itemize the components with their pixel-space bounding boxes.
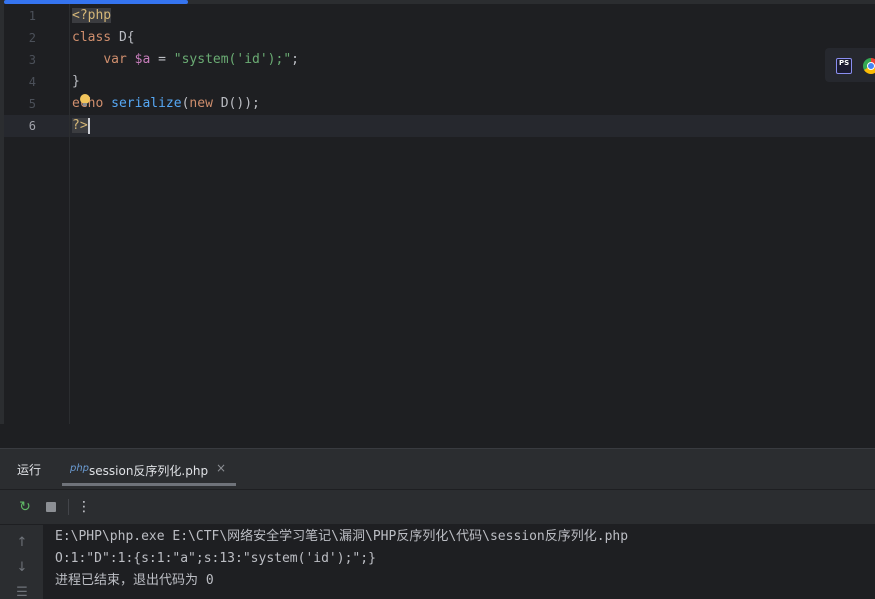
keyword-var: var bbox=[103, 52, 127, 67]
line-number-current: 6 bbox=[28, 119, 36, 133]
console-line: E:\PHP\php.exe E:\CTF\网络安全学习笔记\漏洞\PHP反序列… bbox=[55, 529, 629, 544]
lightbulb-icon[interactable] bbox=[80, 94, 90, 106]
stop-icon[interactable] bbox=[43, 499, 59, 515]
toolbar-divider bbox=[68, 499, 69, 515]
arrow-down-icon[interactable]: ↓ bbox=[14, 560, 30, 576]
assign-operator: = bbox=[150, 52, 174, 67]
console-line: O:1:"D":1:{s:1:"a";s:13:"system('id');";… bbox=[55, 551, 376, 566]
php-open-tag: <?php bbox=[72, 8, 112, 23]
closing-brace: } bbox=[72, 74, 80, 89]
phpstorm-icon[interactable]: PS bbox=[836, 58, 852, 74]
code-line-1[interactable]: <?php bbox=[72, 5, 112, 27]
console-output[interactable]: E:\PHP\php.exe E:\CTF\网络安全学习笔记\漏洞\PHP反序列… bbox=[43, 525, 875, 599]
tab-session-php[interactable]: php session反序列化.php × bbox=[62, 455, 236, 486]
browser-preview-icons: PS bbox=[825, 48, 875, 82]
code-line-6[interactable]: ?> bbox=[72, 115, 90, 137]
console-line: 进程已结束，退出代码为 0 bbox=[55, 573, 214, 588]
run-title: 运行 bbox=[17, 463, 42, 477]
line-number: 5 bbox=[28, 97, 36, 111]
code-line-2[interactable]: class D{ bbox=[72, 27, 135, 49]
code-line-3[interactable]: var $a = "system('id');"; bbox=[72, 49, 299, 71]
chrome-icon[interactable] bbox=[863, 58, 875, 74]
current-line-highlight bbox=[4, 115, 875, 137]
class-name: D{ bbox=[111, 30, 135, 45]
console-side-toolbar: ↑ ↓ ☰ bbox=[0, 525, 42, 599]
keyword-new: new bbox=[189, 96, 213, 111]
rerun-icon[interactable]: ↻ bbox=[17, 499, 33, 515]
code-line-4[interactable]: } bbox=[72, 71, 80, 93]
ide-window: 1 2 3 4 5 6 <?php class D{ var $a = "sys… bbox=[0, 0, 875, 599]
php-file-icon: php bbox=[70, 463, 90, 474]
run-header: 运行 php session反序列化.php × bbox=[0, 449, 875, 490]
text-caret bbox=[87, 117, 90, 134]
semicolon: ; bbox=[291, 52, 299, 67]
string-literal: "system('id');" bbox=[173, 52, 292, 67]
code-line-5[interactable]: echo serialize(new D()); bbox=[72, 93, 260, 115]
close-icon[interactable]: × bbox=[216, 461, 226, 475]
run-toolbar: ↻ ⋮ bbox=[0, 490, 875, 525]
constructor-call: D()); bbox=[212, 96, 260, 111]
tab-label: session反序列化.php bbox=[89, 464, 209, 478]
line-number: 2 bbox=[28, 31, 36, 45]
variable-a: $a bbox=[134, 52, 151, 67]
line-number: 1 bbox=[28, 9, 36, 23]
keyword-class: class bbox=[72, 30, 112, 45]
soft-wrap-icon[interactable]: ☰ bbox=[14, 585, 30, 599]
function-serialize: serialize bbox=[111, 96, 182, 111]
line-number: 3 bbox=[28, 53, 36, 67]
arrow-up-icon[interactable]: ↑ bbox=[14, 535, 30, 551]
line-number: 4 bbox=[28, 75, 36, 89]
php-close-tag: ?> bbox=[72, 118, 88, 133]
code-editor[interactable]: 1 2 3 4 5 6 <?php class D{ var $a = "sys… bbox=[0, 4, 875, 424]
line-number-gutter: 1 2 3 4 5 6 bbox=[4, 4, 70, 424]
more-options-icon[interactable]: ⋮ bbox=[76, 499, 92, 515]
run-tool-window: 运行 php session反序列化.php × ↻ ⋮ ↑ ↓ ☰ E:\PH… bbox=[0, 448, 875, 599]
